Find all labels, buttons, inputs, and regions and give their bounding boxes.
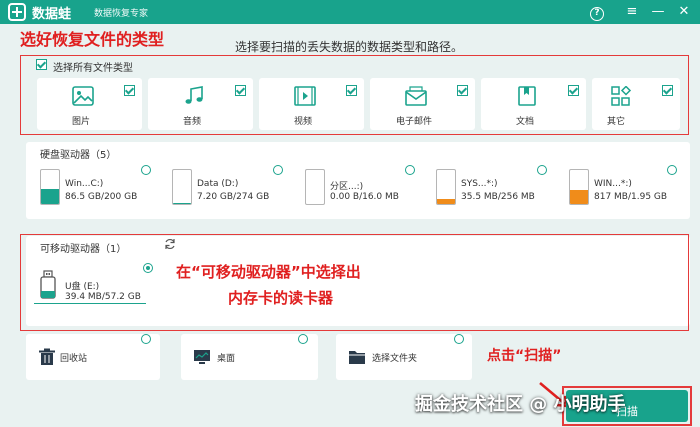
hard-drive-header: 硬盘驱动器（5） [40,150,117,161]
usb-drive-size: 39.4 MB/57.2 GB [65,292,141,302]
file-type-audio[interactable]: 音频 [148,78,253,130]
usb-drive-selection-underline [34,303,146,304]
file-type-checkbox[interactable] [124,85,135,96]
file-type-document[interactable]: 文档 [481,78,586,130]
file-type-checkbox[interactable] [235,85,246,96]
help-button[interactable]: ? [587,2,607,22]
file-type-video[interactable]: 视频 [259,78,364,130]
file-type-checkbox[interactable] [568,85,579,96]
drive-icon [305,169,325,205]
drive-radio[interactable] [405,165,415,175]
menu-button[interactable]: ≡ [622,2,642,22]
usb-drive-icon [40,270,56,299]
file-type-label: 文档 [515,117,534,127]
drive-radio[interactable] [667,165,677,175]
drive-size: 35.5 MB/256 MB [461,192,535,202]
usb-drive-name[interactable]: U盘 (E:) [65,279,99,292]
location-label: 回收站 [60,354,88,364]
app-subtitle: 数据恢复专家 [94,9,149,19]
drive-size: 7.20 GB/274 GB [197,192,270,202]
location-radio[interactable] [298,334,308,344]
file-type-label: 图片 [71,117,90,127]
drive-size: 86.5 GB/200 GB [65,192,138,202]
file-type-checkbox[interactable] [346,85,357,96]
drive-name: Win...C:) [65,179,104,189]
annotation-step3: 点击“扫描” [487,348,562,364]
drive-icon [436,169,456,205]
file-type-checkbox[interactable] [662,85,673,96]
drive-size: 817 MB/1.95 GB [594,192,668,202]
file-type-image[interactable]: 图片 [37,78,142,130]
app-logo-icon [8,3,26,21]
select-all-checkbox[interactable] [36,59,47,70]
usb-drive-radio[interactable] [143,263,153,273]
drive-icon [172,169,192,205]
drive-radio[interactable] [537,165,547,175]
document-icon [518,86,536,106]
drive-usage-fill [41,189,59,204]
desktop-icon [194,350,210,364]
folder-icon [349,351,365,364]
close-button[interactable]: ✕ [674,2,694,22]
file-type-other[interactable]: 其它 [592,78,680,130]
location-label: 选择文件夹 [372,354,418,364]
highlight-removable-drives [20,234,689,331]
image-icon [72,86,94,106]
drive-radio[interactable] [273,165,283,175]
location-radio[interactable] [141,334,151,344]
file-type-label: 电子邮件 [395,117,432,127]
app-name: 数据蛙 [32,7,72,22]
annotation-step2-line1: 在“可移动驱动器”中选择出 [176,263,361,281]
file-type-checkbox[interactable] [457,85,468,96]
drive-usage-fill [570,189,588,204]
location-select-folder[interactable]: 选择文件夹 [336,334,472,380]
drive-usage-fill [437,199,455,204]
other-icon [611,86,632,106]
file-type-label: 音频 [182,117,201,127]
location-recycle-bin[interactable]: 回收站 [26,334,160,380]
minimize-button[interactable]: — [648,2,668,22]
help-icon: ? [590,7,604,21]
drive-name: 分区...:) [330,182,364,192]
drive-usage-fill [173,202,191,204]
location-radio[interactable] [454,334,464,344]
trash-icon [39,348,55,365]
location-label: 桌面 [217,354,236,364]
title-bar: 数据蛙 数据恢复专家 ? ≡ — ✕ [0,0,700,24]
video-icon [294,86,316,106]
drive-name: Data (D:) [197,179,239,189]
mail-icon [405,86,427,106]
annotation-step2-line2: 内存卡的读卡器 [228,289,334,307]
drive-name: SYS...*:) [461,179,498,189]
annotation-step1: 选好恢复文件的类型 [20,30,165,49]
select-all-label: 选择所有文件类型 [53,63,133,74]
file-type-email[interactable]: 电子邮件 [370,78,475,130]
file-type-label: 其它 [606,117,625,127]
file-type-label: 视频 [293,117,312,127]
drive-name: WIN...*:) [594,179,632,189]
page-prompt: 选择要扫描的丢失数据的数据类型和路径。 [235,40,464,54]
drive-radio[interactable] [141,165,151,175]
watermark: 掘金技术社区 @ 小明助手 [415,394,626,415]
music-icon [185,86,203,104]
drive-size: 0.00 B/16.0 MB [330,192,399,202]
drive-icon [40,169,60,205]
drive-icon [569,169,589,205]
